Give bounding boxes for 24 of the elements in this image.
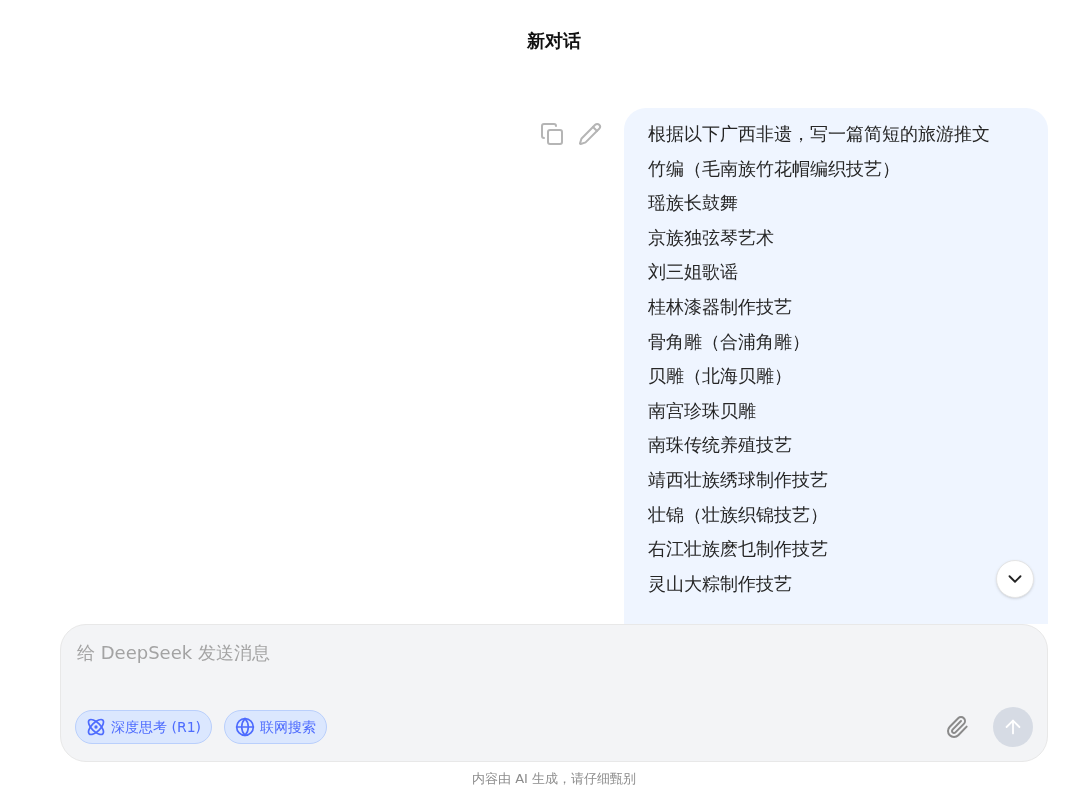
message-line: 刘三姐歌谣 xyxy=(648,260,738,285)
message-line: 桂林漆器制作技艺 xyxy=(648,294,792,319)
chat-title: 新对话 xyxy=(527,28,581,53)
edit-icon[interactable] xyxy=(578,122,602,146)
message-line: 京族独弦琴艺术 xyxy=(648,225,774,250)
message-line: 瑶族长鼓舞 xyxy=(648,191,738,216)
message-input[interactable]: 给 DeepSeek 发送消息 xyxy=(75,639,1033,666)
message-line: 根据以下广西非遗，写一篇简短的旅游推文 xyxy=(648,122,990,146)
mode-toggle[interactable]: 联网搜索 xyxy=(224,710,327,744)
message-line: 骨角雕（合浦角雕） xyxy=(648,329,810,354)
message-line: 竹编（毛南族竹花帽编织技艺） xyxy=(648,156,900,181)
message-line: 壮锦（壮族织锦技艺） xyxy=(648,502,828,527)
message-line: 南珠传统养殖技艺 xyxy=(648,433,792,458)
message-line: 贝雕（北海贝雕） xyxy=(648,364,792,389)
atom-icon xyxy=(86,717,106,737)
message-line: 南宫珍珠贝雕 xyxy=(648,398,756,423)
paperclip-icon[interactable] xyxy=(945,715,969,739)
mode-toggle[interactable]: 深度思考 (R1) xyxy=(75,710,212,744)
message-line: 靖西壮族绣球制作技艺 xyxy=(648,467,828,492)
message-line: 灵山大粽制作技艺 xyxy=(648,571,792,596)
disclaimer-text: 内容由 AI 生成，请仔细甄别 xyxy=(472,769,636,788)
globe-icon xyxy=(235,717,255,737)
message-line: 右江壮族麽乜制作技艺 xyxy=(648,537,828,562)
copy-icon[interactable] xyxy=(540,122,564,146)
